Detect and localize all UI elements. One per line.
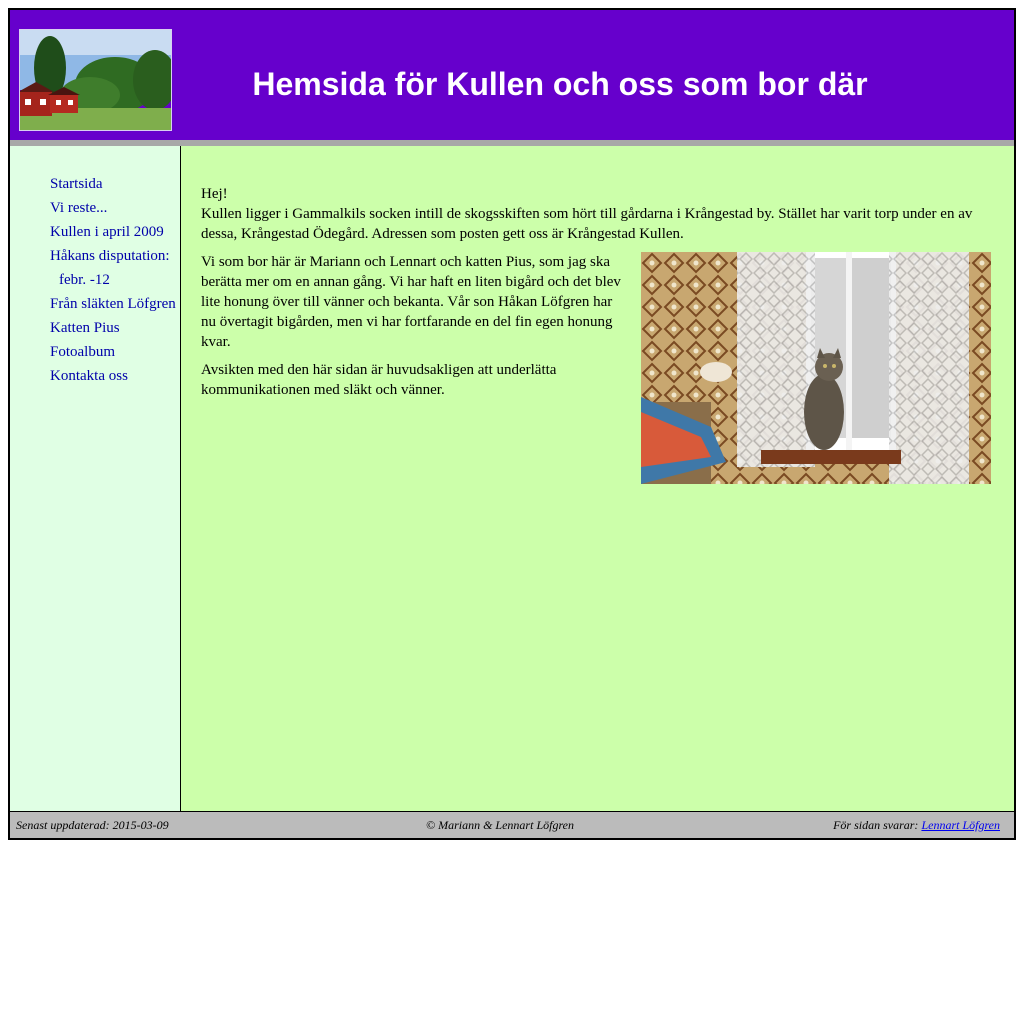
page-frame: Hemsida för Kullen och oss som bor där S… (8, 8, 1016, 840)
sidebar-item-hakans-disputation[interactable]: Håkans disputation: (50, 244, 185, 268)
sidebar-item-fotoalbum[interactable]: Fotoalbum (50, 340, 185, 364)
sidebar-item-vi-reste[interactable]: Vi reste... (50, 196, 185, 220)
sidebar-nav: Startsida Vi reste... Kullen i april 200… (50, 172, 185, 388)
header: Hemsida för Kullen och oss som bor där (10, 10, 1014, 140)
sidebar-item-hakans-disputation-date[interactable]: febr. -12 (50, 268, 185, 292)
responsible-email-link[interactable]: Lennart Löfgren (921, 818, 1000, 832)
responsible-label: För sidan svarar: (833, 818, 919, 832)
greeting-text: Hej! (201, 186, 228, 202)
sidebar-item-startsida[interactable]: Startsida (50, 172, 185, 196)
sidebar-item-kontakta-oss[interactable]: Kontakta oss (50, 364, 185, 388)
intro-block: Hej! Kullen ligger i Gammalkils socken i… (201, 184, 991, 244)
responsible-block: För sidan svarar: Lennart Löfgren (833, 812, 1000, 838)
sidebar-item-slakten-lofgren[interactable]: Från släkten Löfgren (50, 292, 185, 316)
page-title: Hemsida för Kullen och oss som bor där (252, 66, 868, 102)
cat-in-window-photo-icon (641, 252, 991, 484)
sidebar: Startsida Vi reste... Kullen i april 200… (10, 146, 181, 811)
farmhouse-photo-icon (19, 29, 172, 131)
intro-text: Kullen ligger i Gammalkils socken intill… (201, 206, 973, 242)
footer: Senast uppdaterad: 2015-03-09 © Mariann … (10, 811, 1014, 838)
sidebar-item-katten-pius[interactable]: Katten Pius (50, 316, 185, 340)
main-content: Hej! Kullen ligger i Gammalkils socken i… (201, 184, 991, 494)
sidebar-item-kullen-april-2009[interactable]: Kullen i april 2009 (50, 220, 185, 244)
